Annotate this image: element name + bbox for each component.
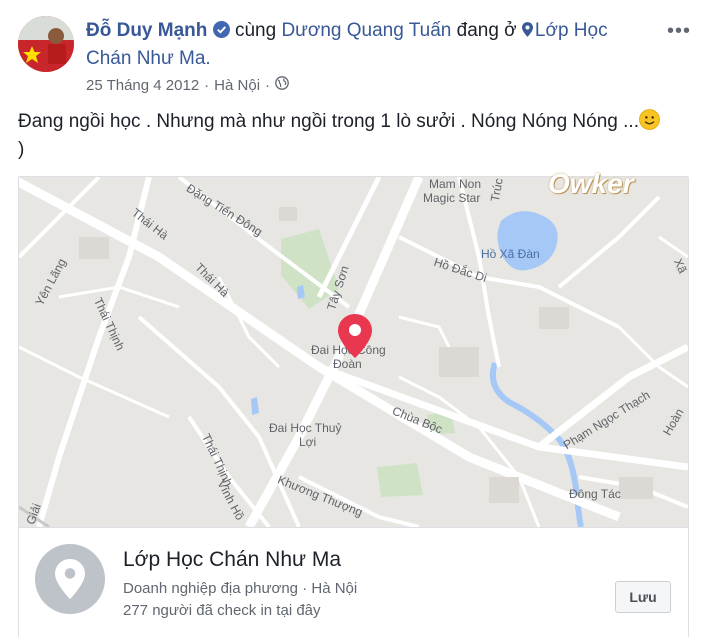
post-location[interactable]: Hà Nội bbox=[214, 77, 260, 94]
post-body-text: Đang ngồi học . Nhưng mà như ngồi trong … bbox=[18, 111, 639, 132]
at-text: đang ở bbox=[456, 20, 517, 41]
meta-separator: · bbox=[265, 76, 271, 94]
map-label: Hồ Xã Đàn bbox=[481, 247, 540, 261]
map-label: Magic Star bbox=[423, 191, 481, 205]
verified-badge-icon bbox=[212, 20, 230, 46]
map-label: Đông Tác bbox=[569, 487, 621, 501]
map-label: Đai Học Thuỷ bbox=[269, 421, 342, 435]
post-meta: 25 Tháng 4 2012 · Hà Nội · bbox=[86, 76, 289, 94]
post-body-text-end: ) bbox=[18, 139, 25, 160]
smile-emoji-icon bbox=[639, 109, 660, 130]
globe-icon[interactable] bbox=[275, 76, 289, 94]
location-pin-icon bbox=[521, 19, 533, 45]
author-name[interactable]: Đỗ Duy Mạnh bbox=[86, 20, 207, 41]
map-marker-icon[interactable] bbox=[338, 314, 372, 358]
companion-name[interactable]: Dương Quang Tuấn bbox=[281, 20, 451, 41]
author-avatar[interactable] bbox=[18, 16, 74, 72]
map-label: Lợi bbox=[299, 435, 317, 449]
post-message: Đang ngồi học . Nhưng mà như ngồi trong … bbox=[18, 108, 690, 164]
map-view[interactable]: Mam Non Magic Star Trúc Đặng Tiến Đông T… bbox=[19, 177, 688, 530]
more-options-icon[interactable]: ••• bbox=[667, 20, 691, 43]
place-checkins: 277 người đã check in tại đây bbox=[123, 602, 321, 619]
post-header: Đỗ Duy Mạnh cùng Dương Quang Tuấn đang ở… bbox=[86, 18, 646, 72]
place-separator: · bbox=[302, 580, 308, 597]
place-card[interactable]: Mam Non Magic Star Trúc Đặng Tiến Đông T… bbox=[18, 176, 689, 637]
with-text: cùng bbox=[234, 20, 277, 41]
watermark: Owker bbox=[548, 168, 634, 199]
map-label: Mam Non bbox=[429, 177, 482, 191]
map-label: Đoàn bbox=[333, 357, 362, 371]
place-title[interactable]: Lớp Học Chán Như Ma bbox=[123, 548, 341, 572]
save-button[interactable]: Lưu bbox=[615, 581, 671, 613]
post-date[interactable]: 25 Tháng 4 2012 bbox=[86, 77, 199, 94]
place-category: Doanh nghiệp địa phương bbox=[123, 580, 299, 597]
place-card-footer: Lớp Học Chán Như Ma Doanh nghiệp địa phư… bbox=[19, 527, 688, 637]
place-subtitle: Doanh nghiệp địa phương · Hà Nội bbox=[123, 580, 357, 597]
place-city: Hà Nội bbox=[311, 580, 358, 597]
meta-separator: · bbox=[204, 76, 210, 94]
place-pin-icon bbox=[55, 559, 85, 599]
place-avatar[interactable] bbox=[35, 544, 105, 614]
